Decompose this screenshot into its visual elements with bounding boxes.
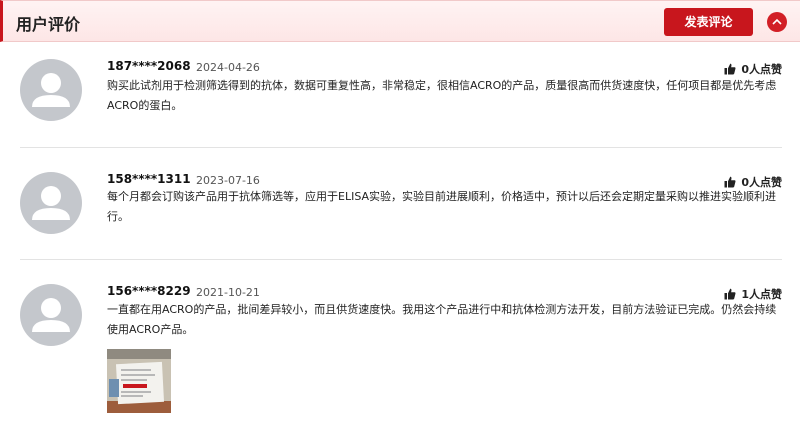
default-user-avatar-icon bbox=[32, 298, 70, 332]
review-photo-thumbnail[interactable] bbox=[107, 349, 171, 413]
review-text: 每个月都会订购该产品用于抗体筛选等，应用于ELISA实验，实验目前进展顺利，价格… bbox=[107, 190, 777, 223]
section-title: 用户评价 bbox=[16, 15, 81, 34]
collapse-button[interactable] bbox=[767, 12, 787, 32]
avatar bbox=[20, 172, 82, 234]
review-username: 158****1311 bbox=[107, 172, 191, 186]
like-button[interactable]: 0人点赞 bbox=[724, 61, 782, 77]
avatar bbox=[20, 59, 82, 121]
default-user-avatar-icon bbox=[32, 186, 70, 220]
divider bbox=[20, 147, 782, 148]
thumbs-up-icon bbox=[724, 288, 736, 300]
divider bbox=[20, 259, 782, 260]
review-username: 187****2068 bbox=[107, 59, 191, 73]
default-user-avatar-icon bbox=[32, 73, 70, 107]
review-date: 2024-04-26 bbox=[196, 61, 260, 74]
document-photo-image bbox=[107, 349, 171, 413]
review-username: 156****8229 bbox=[107, 284, 191, 298]
review-text: 一直都在用ACRO的产品，批间差异较小，而且供货速度快。我用这个产品进行中和抗体… bbox=[107, 303, 777, 336]
post-review-button[interactable]: 发表评论 bbox=[664, 8, 753, 36]
review-date: 2023-07-16 bbox=[196, 174, 260, 187]
thumbs-up-icon bbox=[724, 63, 736, 75]
like-count: 0人点赞 bbox=[741, 63, 782, 76]
chevron-up-icon bbox=[772, 18, 782, 25]
review-date: 2021-10-21 bbox=[196, 286, 260, 299]
avatar bbox=[20, 284, 82, 346]
review-text: 购买此试剂用于检测筛选得到的抗体，数据可重复性高，非常稳定，很相信ACRO的产品… bbox=[107, 79, 777, 112]
reviews-header: 用户评价 发表评论 bbox=[0, 0, 800, 42]
